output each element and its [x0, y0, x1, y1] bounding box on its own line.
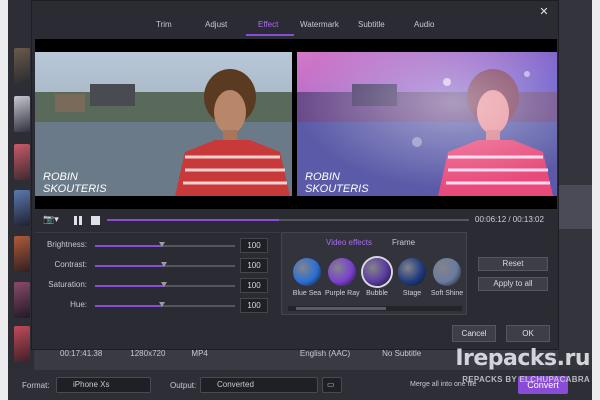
tab-effect[interactable]: Effect	[258, 20, 278, 29]
effect-actions: Reset Apply to all	[470, 232, 557, 315]
brightness-row: Brightness: 100	[35, 235, 280, 255]
contrast-fill	[95, 265, 164, 267]
tab-trim[interactable]: Trim	[156, 20, 172, 29]
adjust-panel: Brightness: 100 Contrast: 100 Saturation…	[35, 232, 280, 315]
saturation-value[interactable]: 100	[240, 278, 268, 293]
effect-purple-ray[interactable]: Purple Ray	[325, 258, 360, 297]
hue-handle[interactable]	[159, 302, 166, 307]
brightness-handle[interactable]	[159, 242, 166, 247]
cancel-button[interactable]: Cancel	[452, 325, 496, 342]
effects-panel: Video effects Frame Blue Sea Purple Ray …	[281, 232, 467, 315]
effect-thumbnail	[328, 258, 356, 286]
hue-label: Hue:	[70, 300, 87, 309]
apply-to-all-button[interactable]: Apply to all	[478, 277, 548, 291]
hue-row: Hue: 100	[35, 295, 280, 315]
close-icon[interactable]: ✕	[537, 5, 551, 19]
svg-text:ROBIN: ROBIN	[43, 171, 78, 183]
brightness-value[interactable]: 100	[240, 238, 268, 253]
effect-thumbnail	[398, 258, 426, 286]
pause-icon[interactable]	[74, 216, 82, 225]
right-file-column	[558, 0, 592, 400]
svg-text:SKOUTERIS: SKOUTERIS	[305, 183, 369, 195]
effect-bubble[interactable]: Bubble	[360, 258, 394, 297]
effect-preview: ROBIN SKOUTERIS	[297, 52, 557, 196]
effect-label: Soft Shine	[430, 290, 464, 297]
snapshot-camera-icon[interactable]: 📷▾	[43, 214, 65, 226]
effect-label: Purple Ray	[325, 290, 360, 297]
effects-scrollbar[interactable]	[288, 306, 462, 311]
format-label: Format:	[22, 381, 50, 390]
scrollbar-thumb[interactable]	[296, 307, 386, 310]
format-select[interactable]: iPhone Xs	[56, 377, 151, 393]
contrast-slider[interactable]	[95, 262, 235, 267]
dialog-tab-bar: Trim Adjust Effect Watermark Subtitle Au…	[32, 1, 560, 39]
saturation-fill	[95, 285, 164, 287]
selected-file-highlight	[558, 185, 592, 229]
tab-audio[interactable]: Audio	[414, 20, 434, 29]
preview-area: ROBIN SKOUTERIS ROBIN SKOUTERIS	[35, 39, 557, 209]
effect-label: Bubble	[366, 290, 388, 297]
hue-fill	[95, 305, 163, 307]
seek-bar[interactable]	[107, 219, 469, 221]
hue-value[interactable]: 100	[240, 298, 268, 313]
effect-thumbnail	[293, 258, 321, 286]
tab-video-effects[interactable]: Video effects	[326, 238, 372, 247]
timecode: 00:06:12 / 00:13:02	[475, 215, 544, 224]
active-tab-indicator	[246, 34, 294, 36]
file-thumbnail[interactable]	[14, 190, 30, 226]
saturation-row: Saturation: 100	[35, 275, 280, 295]
brightness-slider[interactable]	[95, 242, 235, 247]
contrast-row: Contrast: 100	[35, 255, 280, 275]
brightness-label: Brightness:	[46, 240, 87, 249]
file-thumbnail[interactable]	[14, 96, 30, 132]
reset-button[interactable]: Reset	[478, 257, 548, 271]
file-thumbnail[interactable]	[14, 48, 30, 84]
effect-thumbnail	[363, 258, 391, 286]
svg-text:ROBIN: ROBIN	[305, 171, 340, 183]
app-window: 00:17:41.38 1280x720 MP4 English (AAC) N…	[0, 0, 600, 400]
file-thumbnail[interactable]	[14, 282, 30, 318]
output-value: Converted	[217, 380, 254, 389]
edit-dialog: Trim Adjust Effect Watermark Subtitle Au…	[31, 0, 559, 350]
saturation-handle[interactable]	[160, 282, 167, 287]
original-preview: ROBIN SKOUTERIS	[35, 52, 292, 196]
brightness-fill	[95, 245, 163, 247]
effect-soft-shine[interactable]: Soft Shine	[430, 258, 464, 297]
seek-progress	[107, 219, 280, 221]
effect-video-frame: ROBIN SKOUTERIS	[297, 52, 557, 196]
tab-watermark[interactable]: Watermark	[300, 20, 339, 29]
tab-subtitle[interactable]: Subtitle	[358, 20, 385, 29]
saturation-slider[interactable]	[95, 282, 235, 287]
tab-frame[interactable]: Frame	[392, 238, 415, 247]
effect-blue-sea[interactable]: Blue Sea	[290, 258, 324, 297]
file-thumbnail[interactable]	[14, 326, 30, 362]
effect-thumbnail	[433, 258, 461, 286]
tab-adjust[interactable]: Adjust	[205, 20, 227, 29]
svg-text:SKOUTERIS: SKOUTERIS	[43, 183, 107, 195]
output-path-field[interactable]: Converted	[200, 377, 318, 393]
file-thumbnail[interactable]	[14, 236, 30, 272]
saturation-label: Saturation:	[48, 280, 87, 289]
playback-controls: 📷▾ 00:06:12 / 00:13:02	[35, 211, 557, 229]
folder-open-icon[interactable]: ▭	[322, 377, 342, 393]
format-value: iPhone Xs	[73, 380, 110, 389]
original-video-frame: ROBIN SKOUTERIS	[35, 52, 292, 196]
effect-label: Stage	[402, 290, 422, 297]
contrast-value[interactable]: 100	[240, 258, 268, 273]
effect-label: Blue Sea	[292, 290, 322, 297]
hue-slider[interactable]	[95, 302, 235, 307]
effect-stage[interactable]: Stage	[395, 258, 429, 297]
stop-icon[interactable]	[91, 216, 100, 225]
contrast-label: Contrast:	[54, 260, 87, 269]
contrast-handle[interactable]	[160, 262, 167, 267]
ok-button[interactable]: OK	[506, 325, 550, 342]
output-label: Output:	[170, 381, 197, 390]
file-thumbnail[interactable]	[14, 144, 30, 180]
site-watermark: Irepacks.ru	[455, 346, 590, 371]
site-watermark-sub: REPACKS BY ELCHUPACABRA	[462, 375, 590, 384]
